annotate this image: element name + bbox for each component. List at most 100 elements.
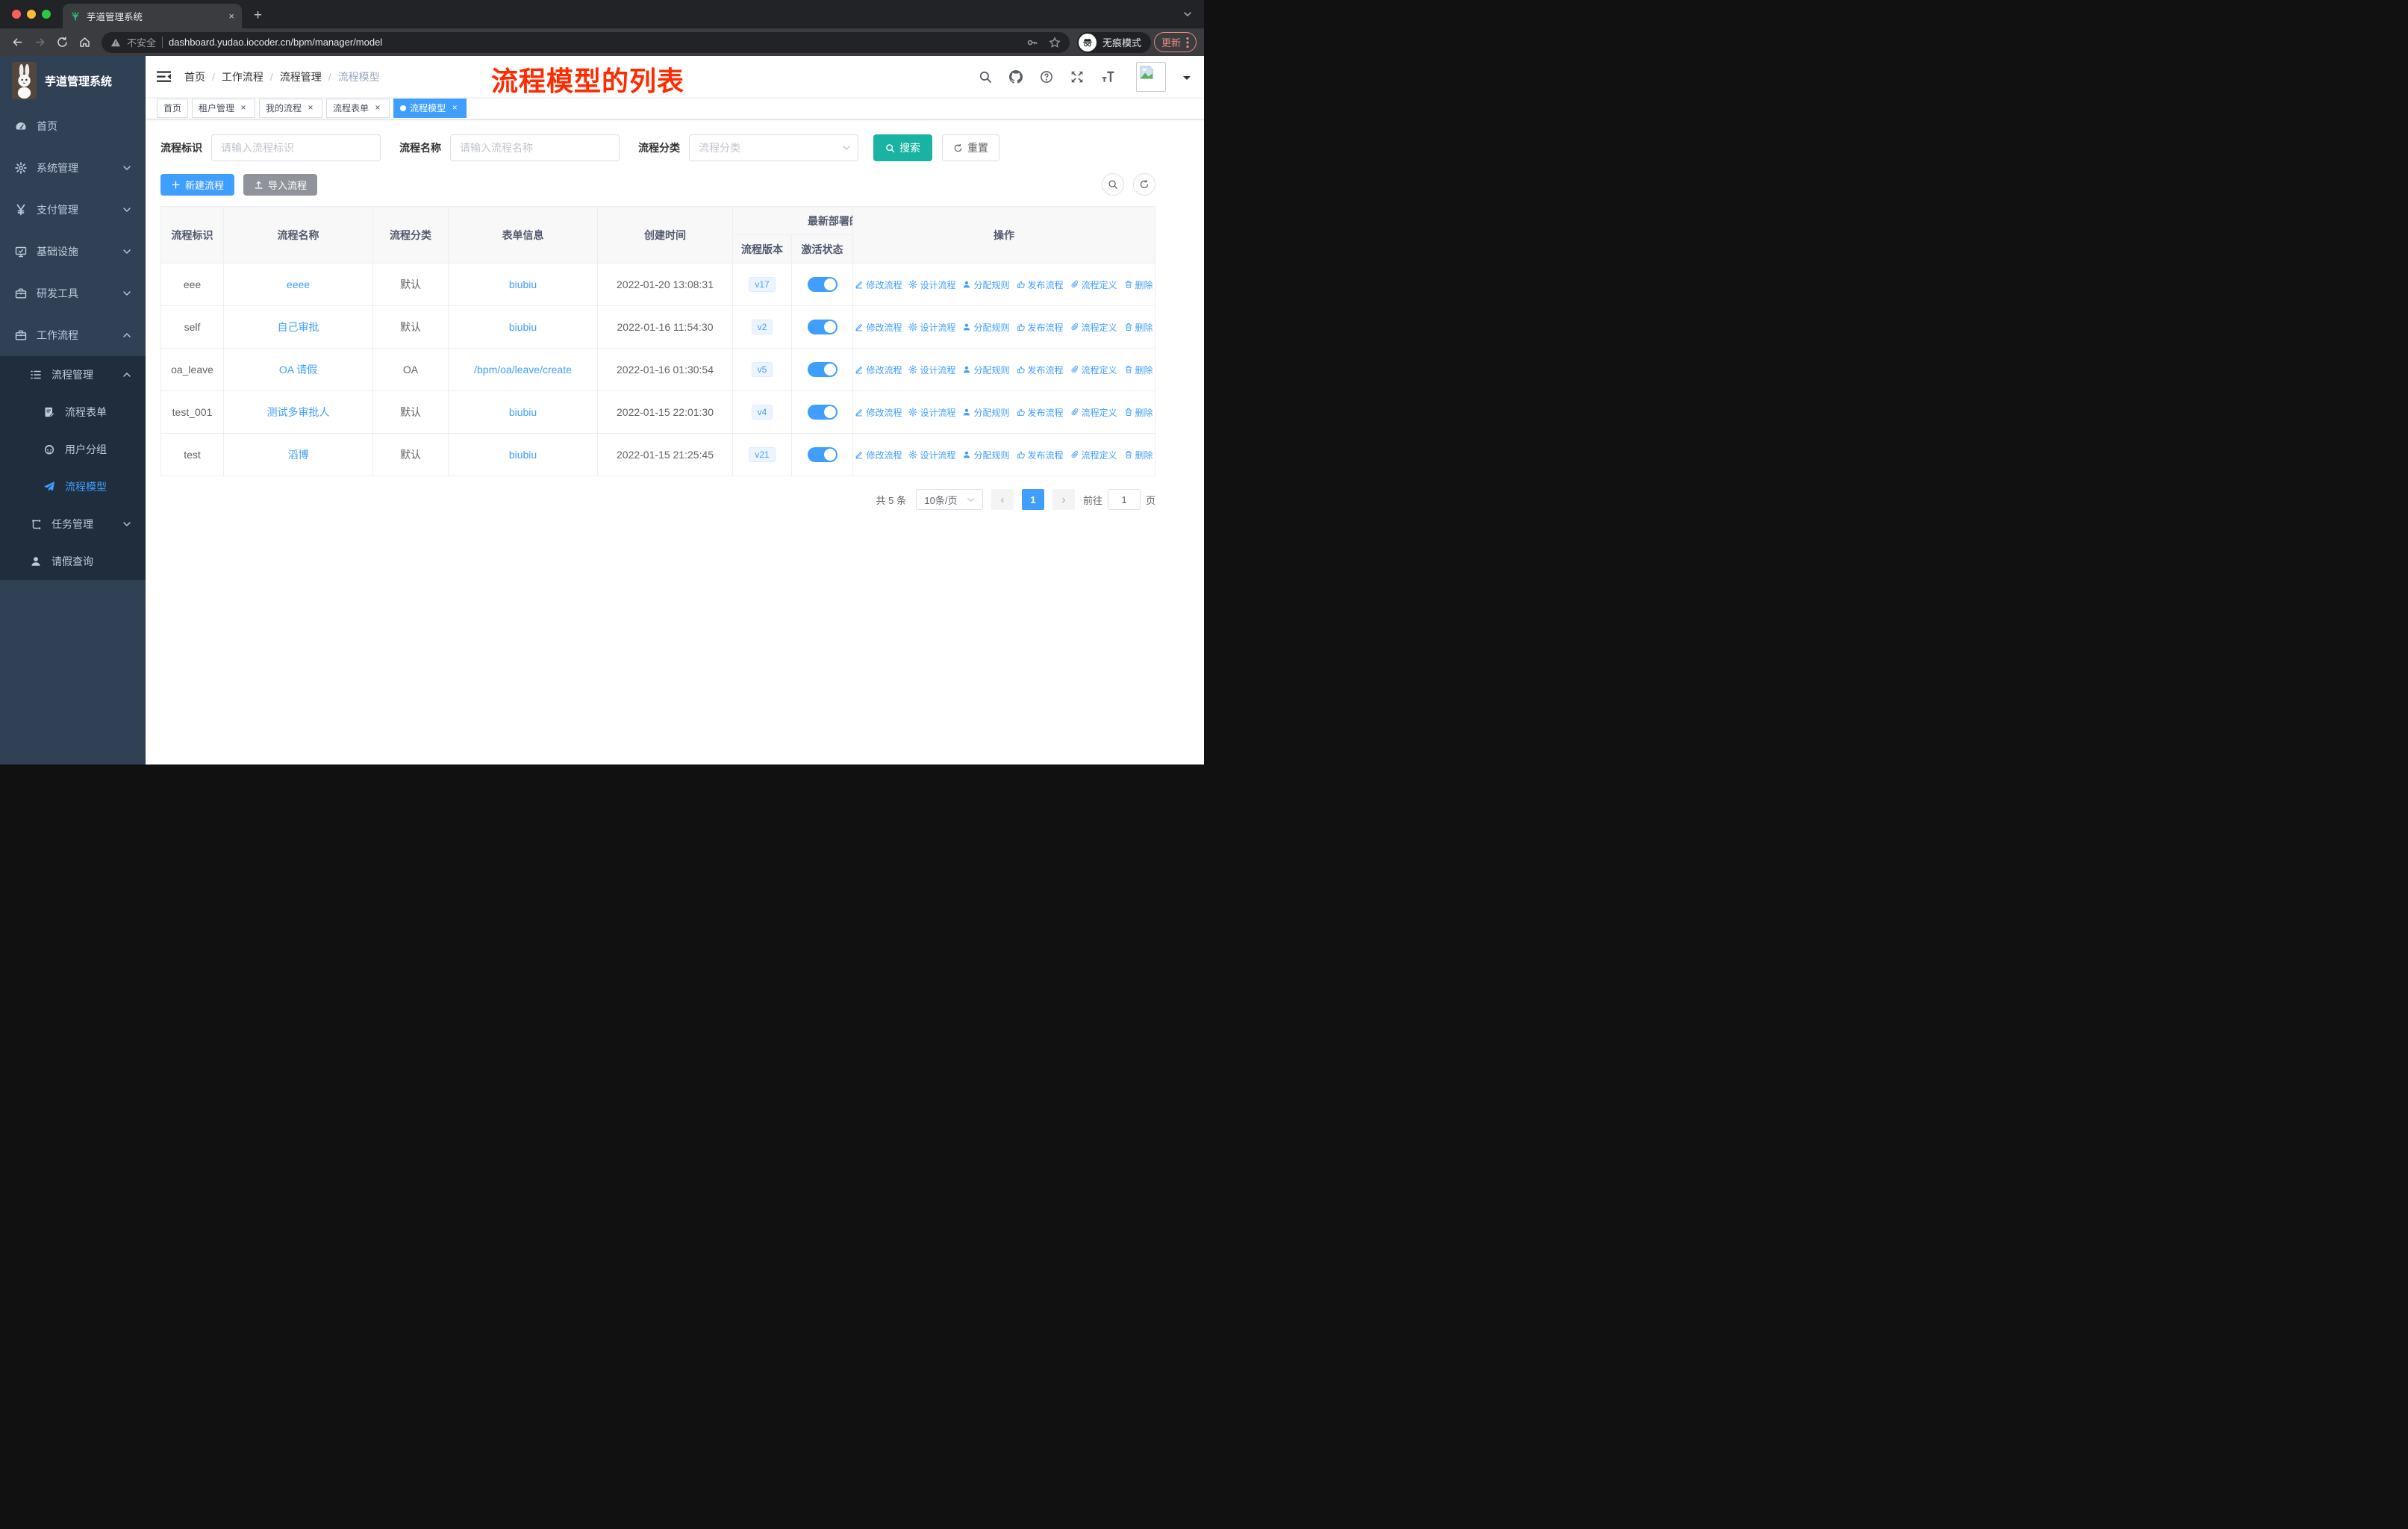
search-button[interactable]: 搜索 [873, 134, 932, 161]
form-info-link[interactable]: biubiu [509, 449, 537, 461]
breadcrumb-item[interactable]: 工作流程 [222, 69, 263, 84]
sidebar-item-process-form[interactable]: 流程表单 [0, 393, 146, 431]
process-category-select[interactable] [689, 134, 858, 161]
delete-link[interactable]: 删除 [1124, 278, 1153, 291]
page-size-select[interactable]: 10条/页 [915, 489, 983, 510]
tag-tenant-management[interactable]: 租户管理 × [192, 98, 256, 118]
close-tag-icon[interactable]: × [305, 102, 316, 113]
active-toggle[interactable] [807, 277, 838, 292]
sidebar-item-infrastructure[interactable]: 基础设施 [0, 231, 146, 273]
tag-home[interactable]: 首页 [157, 98, 189, 118]
assign-rule-link[interactable]: 分配规则 [962, 406, 1010, 419]
page-1-button[interactable]: 1 [1021, 489, 1044, 510]
collapse-sidebar-icon[interactable] [156, 69, 172, 84]
close-tab-icon[interactable]: × [228, 10, 234, 22]
breadcrumb-item[interactable]: 流程管理 [280, 69, 322, 84]
assign-rule-link[interactable]: 分配规则 [962, 449, 1010, 461]
modify-process-link[interactable]: 修改流程 [855, 364, 902, 376]
sidebar-item-process-management[interactable]: 流程管理 [0, 356, 146, 393]
avatar[interactable] [1136, 61, 1166, 92]
process-name-link[interactable]: 滔博 [288, 449, 309, 461]
assign-rule-link[interactable]: 分配规则 [962, 321, 1010, 334]
font-size-icon[interactable] [1101, 70, 1114, 84]
home-icon[interactable] [75, 33, 94, 52]
forward-icon[interactable] [30, 33, 49, 52]
search-icon[interactable] [979, 70, 992, 84]
new-tab-button[interactable]: + [254, 7, 262, 24]
active-toggle[interactable] [807, 447, 838, 462]
publish-process-link[interactable]: 发布流程 [1017, 278, 1064, 291]
sidebar-item-dev-tools[interactable]: 研发工具 [0, 273, 146, 314]
sidebar-item-home[interactable]: 首页 [0, 105, 146, 147]
minimize-window-button[interactable] [27, 10, 36, 19]
tag-my-process[interactable]: 我的流程 × [259, 98, 323, 118]
reload-icon[interactable] [52, 33, 72, 52]
publish-process-link[interactable]: 发布流程 [1017, 321, 1064, 334]
refresh-table-button[interactable] [1133, 173, 1155, 196]
design-process-link[interactable]: 设计流程 [908, 449, 955, 461]
app-logo[interactable]: 芋道管理系统 [0, 56, 146, 105]
sidebar-item-process-model[interactable]: 流程模型 [0, 468, 146, 505]
breadcrumb-item[interactable]: 首页 [184, 69, 205, 84]
process-name-link[interactable]: 测试多审批人 [267, 406, 330, 418]
process-name-link[interactable]: 自己审批 [278, 321, 319, 333]
close-window-button[interactable] [12, 10, 21, 19]
delete-link[interactable]: 删除 [1124, 449, 1153, 461]
process-name-link[interactable]: eeee [287, 278, 310, 290]
publish-process-link[interactable]: 发布流程 [1017, 406, 1064, 419]
sidebar-item-system-management[interactable]: 系统管理 [0, 147, 146, 189]
delete-link[interactable]: 删除 [1124, 364, 1153, 376]
publish-process-link[interactable]: 发布流程 [1017, 449, 1064, 461]
goto-page-input[interactable] [1107, 489, 1141, 510]
tag-process-form[interactable]: 流程表单 × [326, 98, 390, 118]
process-definition-link[interactable]: 流程定义 [1070, 406, 1117, 419]
process-definition-link[interactable]: 流程定义 [1070, 364, 1117, 376]
modify-process-link[interactable]: 修改流程 [855, 406, 902, 419]
next-page-button[interactable]: › [1052, 489, 1075, 510]
modify-process-link[interactable]: 修改流程 [855, 449, 902, 461]
delete-link[interactable]: 删除 [1124, 406, 1153, 419]
design-process-link[interactable]: 设计流程 [908, 278, 955, 291]
zoom-window-button[interactable] [42, 10, 51, 19]
close-tag-icon[interactable]: × [372, 102, 383, 113]
sidebar-item-user-group[interactable]: 用户分组 [0, 431, 146, 468]
address-bar[interactable]: 不安全 dashboard.yudao.iocoder.cn/bpm/manag… [102, 31, 1070, 53]
prev-page-button[interactable]: ‹ [991, 489, 1014, 510]
active-toggle[interactable] [807, 405, 838, 420]
modify-process-link[interactable]: 修改流程 [855, 321, 902, 334]
delete-link[interactable]: 删除 [1124, 321, 1153, 334]
show-search-button[interactable] [1102, 173, 1124, 196]
process-id-input[interactable] [211, 134, 381, 161]
key-icon[interactable] [1026, 37, 1038, 49]
assign-rule-link[interactable]: 分配规则 [962, 364, 1010, 376]
form-info-link[interactable]: biubiu [509, 278, 537, 290]
process-name-input[interactable] [450, 134, 620, 161]
sidebar-item-workflow[interactable]: 工作流程 [0, 314, 146, 356]
process-definition-link[interactable]: 流程定义 [1070, 278, 1117, 291]
active-toggle[interactable] [807, 362, 838, 377]
star-icon[interactable] [1049, 36, 1061, 49]
back-icon[interactable] [7, 33, 27, 52]
browser-tab[interactable]: 芋道管理系统 × [63, 4, 242, 28]
page-url[interactable]: dashboard.yudao.iocoder.cn/bpm/manager/m… [169, 37, 382, 48]
process-name-link[interactable]: OA 请假 [279, 364, 317, 376]
help-icon[interactable] [1040, 70, 1053, 84]
process-category-input[interactable] [689, 134, 858, 161]
close-tag-icon[interactable]: × [238, 102, 249, 113]
reset-button[interactable]: 重置 [942, 134, 999, 161]
modify-process-link[interactable]: 修改流程 [855, 278, 902, 291]
update-button[interactable]: 更新 [1153, 32, 1197, 52]
import-process-button[interactable]: 导入流程 [243, 173, 318, 196]
menu-dots-icon[interactable] [1186, 37, 1189, 49]
fullscreen-icon[interactable] [1070, 70, 1084, 84]
chevron-down-icon[interactable] [1183, 10, 1192, 19]
create-process-button[interactable]: 新建流程 [160, 173, 235, 196]
tag-process-model[interactable]: 流程模型 × [393, 98, 467, 118]
sidebar-item-task-management[interactable]: 任务管理 [0, 505, 146, 543]
form-info-link[interactable]: biubiu [509, 406, 537, 418]
active-toggle[interactable] [807, 320, 838, 334]
process-definition-link[interactable]: 流程定义 [1070, 321, 1117, 334]
design-process-link[interactable]: 设计流程 [908, 321, 955, 334]
design-process-link[interactable]: 设计流程 [908, 364, 955, 376]
form-info-link[interactable]: /bpm/oa/leave/create [474, 364, 572, 376]
